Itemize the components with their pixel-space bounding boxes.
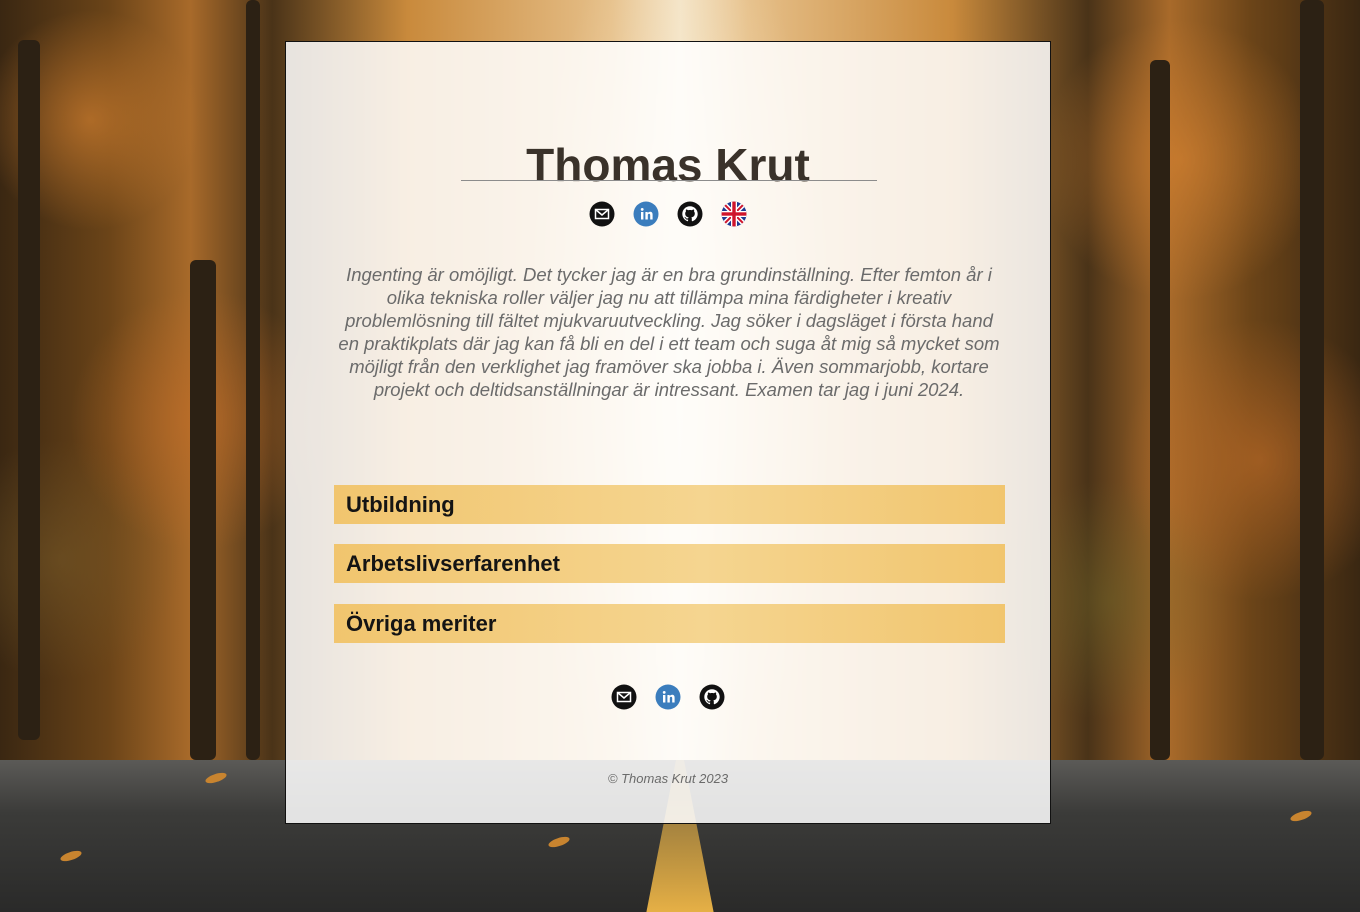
github-icon[interactable] [699, 684, 725, 710]
email-icon[interactable] [589, 201, 615, 227]
uk-flag-icon[interactable] [721, 201, 747, 227]
social-links-bottom [286, 684, 1050, 710]
section-utbildning[interactable]: Utbildning [334, 485, 1005, 524]
section-ovriga-meriter[interactable]: Övriga meriter [334, 604, 1005, 643]
section-arbetslivserfarenhet[interactable]: Arbetslivserfarenhet [334, 544, 1005, 583]
background-tree-trunk [1300, 0, 1324, 760]
social-links-top [286, 201, 1050, 227]
background-tree-trunk [1150, 60, 1170, 760]
github-icon[interactable] [677, 201, 703, 227]
profile-card: Thomas Krut Ingenting är omöjligt. Det t… [285, 41, 1051, 824]
email-icon[interactable] [611, 684, 637, 710]
linkedin-icon[interactable] [633, 201, 659, 227]
title-divider [461, 180, 877, 181]
intro-text: Ingenting är omöjligt. Det tycker jag är… [338, 264, 1000, 400]
footer-copyright: © Thomas Krut 2023 [607, 771, 729, 786]
linkedin-icon[interactable] [655, 684, 681, 710]
page-title: Thomas Krut [526, 139, 810, 191]
background-tree-trunk [18, 40, 40, 740]
background-tree-trunk [246, 0, 260, 760]
background-tree-trunk [190, 260, 216, 760]
